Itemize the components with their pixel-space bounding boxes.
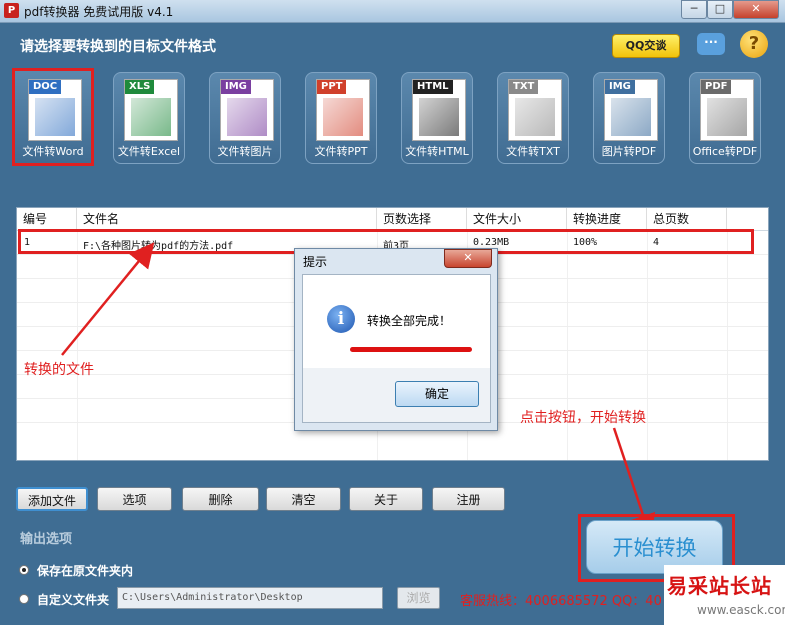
- column-header-file-size[interactable]: 文件大小: [467, 208, 567, 230]
- document-icon: PPT: [316, 79, 370, 141]
- column-header-progress[interactable]: 转换进度: [567, 208, 647, 230]
- column-header-total-pages[interactable]: 总页数: [647, 208, 727, 230]
- format-tile-label: 文件转TXT: [506, 145, 560, 158]
- watermark-text: 易采站长站: [667, 574, 772, 598]
- format-tag: PDF: [701, 80, 732, 94]
- option-label-custom-folder[interactable]: 自定义文件夹: [37, 591, 109, 608]
- document-icon: PDF: [700, 79, 754, 141]
- format-tile-7[interactable]: PDF Office转PDF: [689, 72, 761, 164]
- format-tile-6[interactable]: IMG 图片转PDF: [593, 72, 665, 164]
- pdf-app-icon: P: [4, 3, 19, 18]
- document-icon: TXT: [508, 79, 562, 141]
- format-tile-0[interactable]: DOC 文件转Word: [12, 68, 94, 166]
- column-header-filename[interactable]: 文件名: [77, 208, 377, 230]
- format-art: [227, 98, 267, 136]
- format-tile-3[interactable]: PPT 文件转PPT: [305, 72, 377, 164]
- column-divider: [647, 230, 648, 460]
- format-tile-label: 文件转HTML: [405, 145, 469, 158]
- format-tile-1[interactable]: XLS 文件转Excel: [113, 72, 185, 164]
- support-hotline: 客服热线：4006685572 QQ：40: [460, 594, 662, 609]
- output-path-input[interactable]: C:\Users\Administrator\Desktop: [117, 587, 383, 609]
- format-art: [515, 98, 555, 136]
- watermark-url: www.easck.com: [697, 603, 785, 617]
- dialog-close-button[interactable]: ✕: [444, 249, 492, 268]
- document-icon: HTML: [412, 79, 466, 141]
- format-tile-label: Office转PDF: [692, 145, 758, 158]
- document-icon: IMG: [220, 79, 274, 141]
- format-art: [611, 98, 651, 136]
- options-button[interactable]: 选项: [97, 487, 172, 511]
- window-title: pdf转换器 免费试用版 v4.1: [24, 5, 174, 19]
- column-divider: [77, 230, 78, 460]
- completion-dialog: 提示 ✕ i 转换全部完成！ 确定: [294, 248, 498, 431]
- annotation-click-start: 点击按钮，开始转换: [520, 410, 646, 426]
- about-button[interactable]: 关于: [349, 487, 423, 511]
- format-tile-2[interactable]: IMG 文件转图片: [209, 72, 281, 164]
- format-tag: TXT: [509, 80, 539, 94]
- delete-button[interactable]: 删除: [182, 487, 259, 511]
- radio-custom-folder[interactable]: [19, 594, 29, 604]
- browse-button[interactable]: 浏览: [397, 587, 440, 609]
- format-art: [131, 98, 171, 136]
- dialog-ok-button[interactable]: 确定: [395, 381, 479, 407]
- minimize-button[interactable]: ─: [681, 0, 707, 19]
- clear-button[interactable]: 清空: [266, 487, 341, 511]
- format-tag: HTML: [413, 80, 453, 94]
- format-art: [323, 98, 363, 136]
- format-tag: IMG: [221, 80, 251, 94]
- question-mark-icon[interactable]: ?: [740, 30, 768, 58]
- option-label-original-folder[interactable]: 保存在原文件夹内: [37, 562, 133, 579]
- format-tag: XLS: [125, 80, 155, 94]
- format-prompt: 请选择要转换到的目标文件格式: [20, 39, 216, 55]
- format-tag: DOC: [29, 80, 62, 94]
- format-tile-label: 文件转Excel: [117, 145, 181, 158]
- format-art: [419, 98, 459, 136]
- red-underline-mark: [350, 347, 472, 352]
- maximize-button[interactable]: □: [707, 0, 733, 19]
- format-tile-label: 文件转PPT: [314, 145, 368, 158]
- format-art: [707, 98, 747, 136]
- document-icon: DOC: [28, 79, 82, 141]
- column-divider: [727, 230, 728, 460]
- annotation-converted-file: 转换的文件: [24, 362, 94, 378]
- format-tag: IMG: [605, 80, 635, 94]
- info-icon: i: [327, 305, 355, 333]
- dialog-title: 提示: [303, 255, 328, 269]
- output-options-label: 输出选项: [20, 532, 73, 547]
- radio-save-original-folder[interactable]: [19, 565, 29, 575]
- format-tile-4[interactable]: HTML 文件转HTML: [401, 72, 473, 164]
- add-file-button[interactable]: 添加文件: [16, 487, 88, 511]
- format-tile-label: 文件转图片: [217, 145, 273, 158]
- register-button[interactable]: 注册: [432, 487, 505, 511]
- column-header-id[interactable]: 编号: [17, 208, 77, 230]
- format-tile-label: 文件转Word: [22, 145, 84, 158]
- document-icon: IMG: [604, 79, 658, 141]
- format-tile-label: 图片转PDF: [601, 145, 657, 158]
- close-button[interactable]: ✕: [733, 0, 779, 19]
- chat-bubble-icon[interactable]: ···: [697, 33, 725, 55]
- dialog-message: 转换全部完成！: [367, 314, 452, 328]
- document-icon: XLS: [124, 79, 178, 141]
- format-art: [35, 98, 75, 136]
- column-header-page-select[interactable]: 页数选择: [377, 208, 467, 230]
- format-tile-5[interactable]: TXT 文件转TXT: [497, 72, 569, 164]
- format-tag: PPT: [317, 80, 347, 94]
- qq-chat-button[interactable]: QQ交谈: [612, 34, 680, 58]
